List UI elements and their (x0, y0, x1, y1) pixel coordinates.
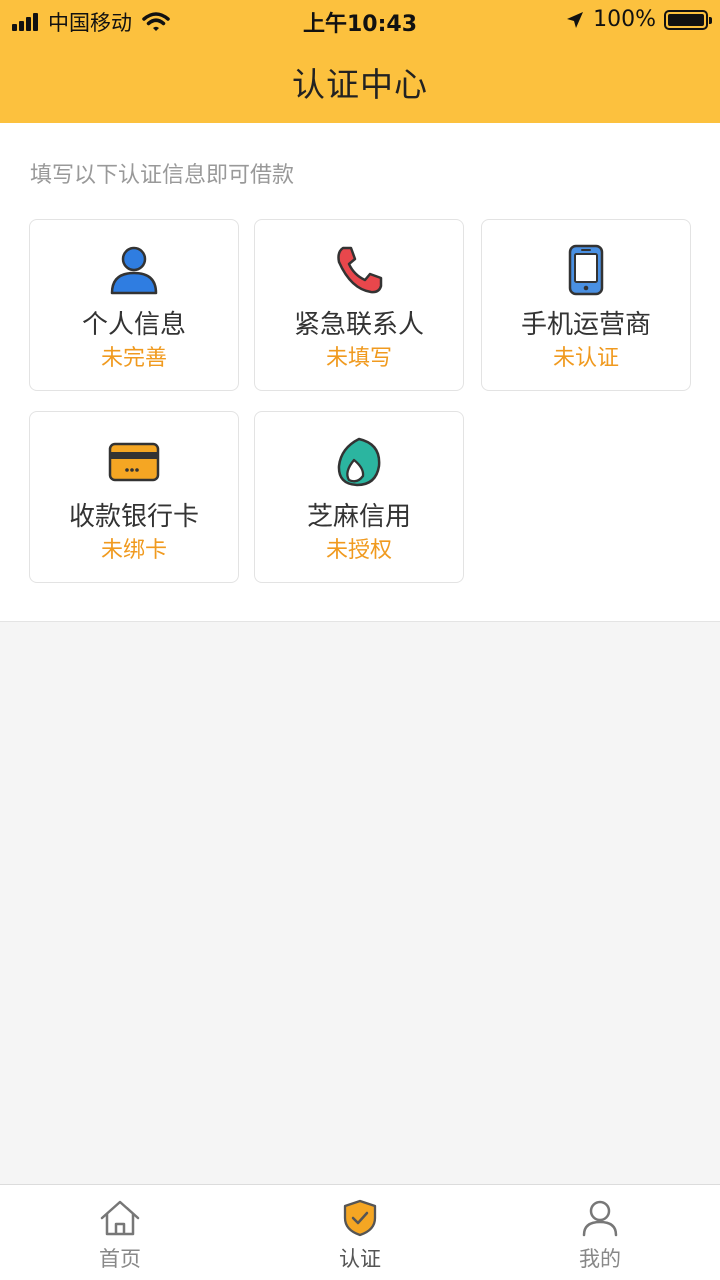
card-status: 未绑卡 (100, 538, 167, 563)
card-title: 收款银行卡 (68, 502, 199, 532)
card-title: 手机运营商 (520, 310, 651, 340)
card-emergency-contact[interactable]: 紧急联系人 未填写 (254, 219, 464, 391)
status-bar: 中国移动 上午10:43 100% (0, 0, 720, 40)
card-bank-card[interactable]: 收款银行卡 未绑卡 (29, 411, 239, 583)
user-icon (582, 1200, 618, 1237)
shield-check-icon (343, 1199, 377, 1237)
card-status: 未填写 (325, 346, 392, 371)
hint-text: 填写以下认证信息即可借款 (30, 163, 295, 188)
tab-home[interactable]: 首页 (0, 1185, 240, 1280)
tab-label: 首页 (99, 1247, 141, 1271)
card-personal-info[interactable]: 个人信息 未完善 (29, 219, 239, 391)
card-sesame-credit[interactable]: 芝麻信用 未授权 (254, 411, 464, 583)
sesame-credit-icon (337, 437, 381, 487)
battery-icon (664, 9, 712, 30)
battery-percent: 100% (593, 7, 656, 32)
card-title: 个人信息 (81, 310, 186, 340)
card-status: 未认证 (552, 346, 619, 371)
card-status: 未完善 (100, 346, 167, 371)
bottom-tab-bar: 首页 认证 我的 (0, 1184, 720, 1280)
tab-verification[interactable]: 认证 (240, 1185, 480, 1280)
card-mobile-carrier[interactable]: 手机运营商 未认证 (481, 219, 691, 391)
home-icon (100, 1200, 140, 1236)
verification-panel: 填写以下认证信息即可借款 个人信息 未完善 紧急联系人 未填写 手机运营商 未认… (0, 123, 720, 622)
location-arrow-icon (567, 11, 584, 28)
tab-label: 认证 (339, 1247, 381, 1271)
tab-mine[interactable]: 我的 (480, 1185, 720, 1280)
phone-handset-icon (337, 246, 383, 294)
card-status: 未授权 (325, 538, 392, 563)
card-title: 紧急联系人 (293, 310, 424, 340)
mobile-phone-icon (568, 244, 604, 296)
card-title: 芝麻信用 (306, 502, 411, 532)
header-bar: 中国移动 上午10:43 100% 认证中心 (0, 0, 720, 123)
tab-label: 我的 (579, 1247, 621, 1271)
person-icon (110, 246, 158, 295)
page-title: 认证中心 (292, 65, 428, 104)
bank-card-icon (108, 442, 160, 482)
